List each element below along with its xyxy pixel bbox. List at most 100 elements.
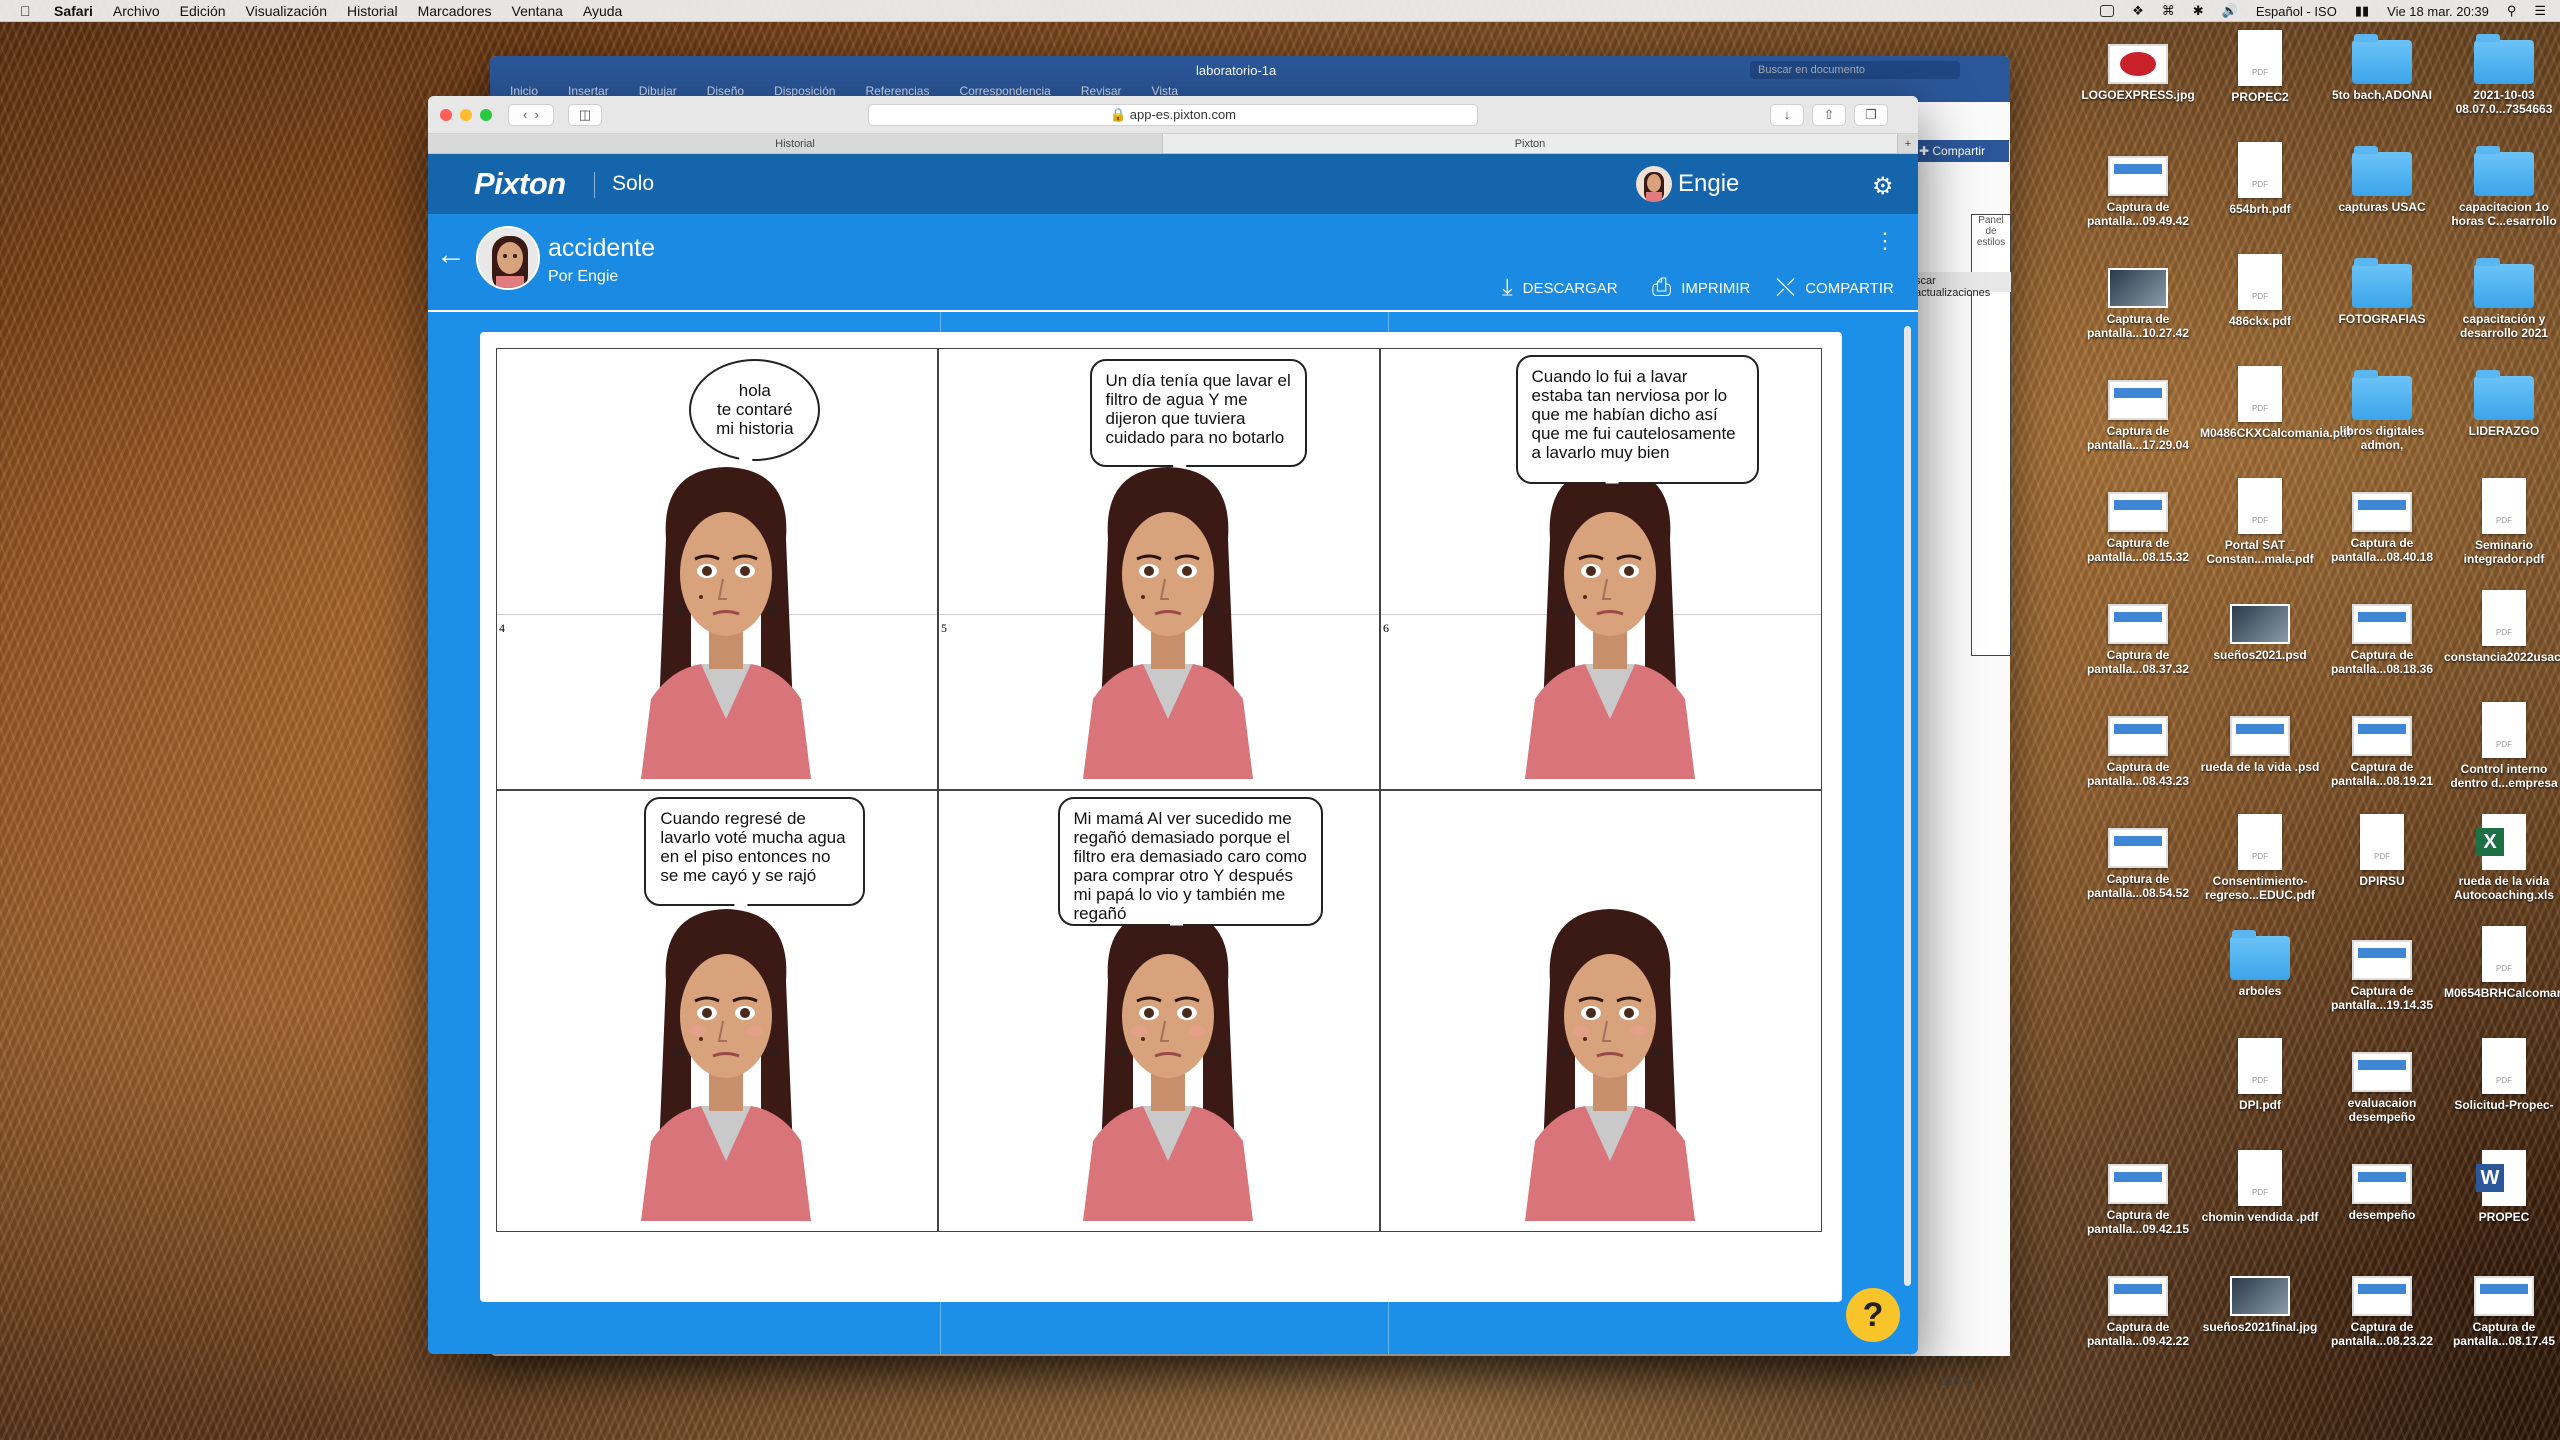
desktop-item[interactable]: Captura de pantalla...08.17.45 xyxy=(2444,1262,2560,1348)
back-forward-buttons[interactable]: ‹ › xyxy=(508,104,554,126)
desktop-item[interactable]: arboles xyxy=(2200,926,2320,998)
menu-ayuda[interactable]: Ayuda xyxy=(583,3,622,19)
gear-icon[interactable]: ⚙ xyxy=(1872,172,1894,201)
desktop-item[interactable]: sueños2021.psd xyxy=(2200,590,2320,662)
desktop-item[interactable]: chomin vendida .pdf xyxy=(2200,1150,2320,1224)
desktop-item[interactable]: Captura de pantalla...08.43.23 xyxy=(2078,702,2198,788)
desktop-item[interactable]: Seminario integrador.pdf xyxy=(2444,478,2560,566)
menu-historial[interactable]: Historial xyxy=(347,3,398,19)
desktop-item[interactable]: rueda de la vida .psd xyxy=(2200,702,2320,774)
desktop-item[interactable]: LOGOEXPRESS.jpg xyxy=(2078,30,2198,102)
desktop-item[interactable]: Captura de pantalla...08.54.52 xyxy=(2078,814,2198,900)
spotlight-icon[interactable]: ⚲ xyxy=(2507,3,2517,19)
word-share-button[interactable]: ✚ Compartir xyxy=(1913,140,2009,162)
desktop-item[interactable]: Captura de pantalla...09.42.22 xyxy=(2078,1262,2198,1348)
zoom-button[interactable] xyxy=(480,109,492,121)
tab-historial[interactable]: Historial xyxy=(428,134,1163,153)
desktop-item[interactable]: Captura de pantalla...08.18.36 xyxy=(2322,590,2442,676)
url-bar[interactable]: 🔒 app-es.pixton.com xyxy=(868,104,1478,126)
back-arrow-icon[interactable]: ← xyxy=(436,238,466,272)
clock[interactable]: Vie 18 mar. 20:39 xyxy=(2387,4,2489,19)
menu-ventana[interactable]: Ventana xyxy=(512,3,563,19)
desktop-item[interactable]: Captura de pantalla...08.15.32 xyxy=(2078,478,2198,564)
print-button[interactable]: ⎙ IMPRIMIR xyxy=(1652,274,1750,302)
wifi-icon[interactable]: ⌘ xyxy=(2162,3,2175,19)
comic-panel[interactable]: 4 hola te contaré mi historia xyxy=(496,348,938,790)
desktop-item[interactable]: libros digitales admon, xyxy=(2322,366,2442,452)
tabs-overview-icon[interactable]: ❐ xyxy=(1854,104,1888,126)
desktop-item[interactable]: M0654BRHCalcomania.pdf xyxy=(2444,926,2560,1000)
menu-marcadores[interactable]: Marcadores xyxy=(418,3,492,19)
close-button[interactable] xyxy=(440,109,452,121)
desktop-item[interactable]: Solicitud-Propec- xyxy=(2444,1038,2560,1112)
desktop-item[interactable]: Captura de pantalla...08.40.18 xyxy=(2322,478,2442,564)
menu-visualizacion[interactable]: Visualización xyxy=(246,3,327,19)
tab-pixton[interactable]: Pixton xyxy=(1163,134,1898,153)
menu-edicion[interactable]: Edición xyxy=(180,3,226,19)
desktop-item[interactable]: LIDERAZGO xyxy=(2444,366,2560,438)
desktop-item[interactable]: M0486CKXCalcomania.pdf xyxy=(2200,366,2351,440)
desktop-item[interactable]: Captura de pantalla...17.29.04 xyxy=(2078,366,2198,452)
desktop-item[interactable]: 486ckx.pdf xyxy=(2200,254,2320,328)
bluetooth-icon[interactable]: ✱ xyxy=(2193,3,2204,19)
comic-panel[interactable]: Cuando regresé de lavarlo voté mucha agu… xyxy=(496,790,938,1232)
pixton-logo[interactable]: Pixton xyxy=(474,166,566,202)
download-icon[interactable]: ↓ xyxy=(1770,104,1804,126)
desktop-item[interactable]: desempeño xyxy=(2322,1150,2442,1222)
comic-panel[interactable]: Mi mamá Al ver sucedido me regañó demasi… xyxy=(938,790,1380,1232)
word-search-input[interactable]: Buscar en documento xyxy=(1750,61,1960,79)
desktop-item[interactable]: rueda de la vida Autocoaching.xls xyxy=(2444,814,2560,902)
comic-panel[interactable] xyxy=(1380,790,1822,1232)
desktop-item[interactable]: DPI.pdf xyxy=(2200,1038,2320,1112)
word-update-bar[interactable]: scar actualizaciones xyxy=(1911,272,2011,299)
control-center-icon[interactable]: ☰ xyxy=(2534,3,2546,19)
new-tab-icon[interactable]: + xyxy=(1898,134,1918,153)
user-avatar[interactable] xyxy=(1636,166,1672,202)
desktop-item[interactable]: sueños2021final.jpg xyxy=(2200,1262,2320,1334)
desktop-item[interactable]: Captura de pantalla...08.37.32 xyxy=(2078,590,2198,676)
desktop-item[interactable]: Captura de pantalla...09.49.42 xyxy=(2078,142,2198,228)
sidebar-icon[interactable]: ◫ xyxy=(568,104,602,126)
desktop-item[interactable]: capturas USAC xyxy=(2322,142,2442,214)
character[interactable] xyxy=(1505,901,1715,1226)
desktop-item[interactable]: Control interno dentro d...empresa xyxy=(2444,702,2560,790)
share-icon[interactable]: ⇧ xyxy=(1812,104,1846,126)
share-button[interactable]: ⤬ COMPARTIR xyxy=(1776,274,1894,302)
desktop-item[interactable]: Captura de pantalla...10.27.42 xyxy=(2078,254,2198,340)
desktop-item[interactable]: 2021-10-03 08.07.0...7354663 xyxy=(2444,30,2560,116)
help-button[interactable]: ? xyxy=(1846,1288,1900,1342)
apple-icon[interactable]:  xyxy=(20,3,38,19)
volume-icon[interactable]: 🔊 xyxy=(2222,3,2238,19)
desktop-item[interactable]: Portal SAT _ Constan...mala.pdf xyxy=(2200,478,2320,566)
comic-panel[interactable]: 5 Un día tenía que lavar el filtro de ag… xyxy=(938,348,1380,790)
more-options-icon[interactable]: ⋮ xyxy=(1874,228,1896,254)
desktop-item[interactable]: evaluacaion desempeño xyxy=(2322,1038,2442,1124)
desktop-item[interactable]: Captura de pantalla...09.42.15 xyxy=(2078,1150,2198,1236)
desktop-item[interactable]: 5to bach,ADONAI xyxy=(2322,30,2442,102)
desktop-item[interactable]: Captura de pantalla...19.14.35 xyxy=(2322,926,2442,1012)
desktop-item[interactable]: capacitación y desarrollo 2021 xyxy=(2444,254,2560,340)
menu-app-name[interactable]: Safari xyxy=(54,3,93,19)
desktop-item[interactable]: Captura de pantalla...08.23.22 xyxy=(2322,1262,2442,1348)
scrollbar[interactable] xyxy=(1904,326,1911,1286)
dropbox-icon[interactable]: ❖ xyxy=(2132,3,2144,19)
word-zoom[interactable]: 130 % xyxy=(1941,1376,1972,1388)
minimize-button[interactable] xyxy=(460,109,472,121)
menu-archivo[interactable]: Archivo xyxy=(113,3,160,19)
user-name[interactable]: Engie xyxy=(1678,170,1739,198)
desktop-item[interactable]: 654brh.pdf xyxy=(2200,142,2320,216)
desktop-item[interactable]: PROPEC2 xyxy=(2200,30,2320,104)
desktop-item[interactable]: FOTOGRAFIAS xyxy=(2322,254,2442,326)
desktop-item[interactable]: capacitacion 1o horas C...esarrollo xyxy=(2444,142,2560,228)
desktop-item[interactable]: PROPEC xyxy=(2444,1150,2560,1224)
desktop-item[interactable]: DPIRSU xyxy=(2322,814,2442,888)
comic-panel[interactable]: 6 Cuando lo fui a lavar estaba tan nervi… xyxy=(1380,348,1822,790)
download-button[interactable]: ⤓ DESCARGAR xyxy=(1502,274,1618,302)
desktop-item[interactable]: Consentimiento-regreso...EDUC.pdf xyxy=(2200,814,2320,902)
screen-icon[interactable] xyxy=(2100,5,2115,17)
input-source[interactable]: Español - ISO xyxy=(2256,4,2337,19)
safari-window[interactable]: ‹ › ◫ 🔒 app-es.pixton.com ↓ ⇧ ❐ Historia… xyxy=(428,96,1918,1354)
desktop-item[interactable]: constancia2022usac.pdf xyxy=(2444,590,2560,664)
battery-icon[interactable]: ▮▮ xyxy=(2355,3,2369,19)
desktop-item[interactable]: Captura de pantalla...08.19.21 xyxy=(2322,702,2442,788)
